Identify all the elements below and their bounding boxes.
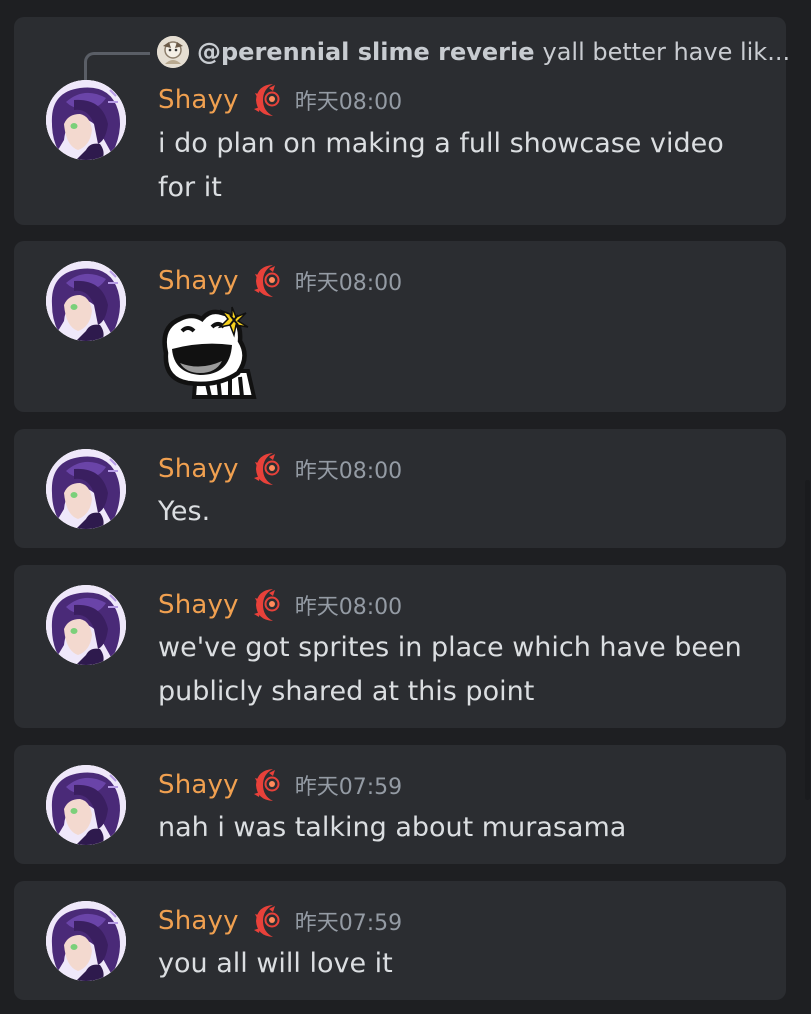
message-content: i do plan on making a full showcase vide… [158, 128, 724, 203]
avatar[interactable] [46, 449, 126, 529]
reply-text[interactable]: yall better have lik... [543, 38, 791, 66]
avatar-image [46, 585, 126, 665]
reply-preview[interactable]: @perennial slime reverie yall better hav… [157, 35, 790, 69]
avatar[interactable] [46, 585, 126, 665]
avatar-image [46, 449, 126, 529]
message-card[interactable]: Shayy 昨天08:00 we've got sprites in place… [14, 565, 786, 728]
avatar[interactable] [46, 901, 126, 981]
username[interactable]: Shayy [158, 906, 239, 936]
timestamp[interactable]: 昨天07:59 [295, 905, 402, 937]
avatar-image [46, 261, 126, 341]
message-content: we've got sprites in place which have be… [158, 632, 742, 707]
avatar[interactable] [46, 261, 126, 341]
scrollbar-thumb[interactable] [805, 480, 810, 800]
username[interactable]: Shayy [158, 770, 239, 800]
message-header: Shayy 昨天07:59 [158, 765, 402, 805]
message-card[interactable]: Shayy 昨天07:59 you all will love it [14, 881, 786, 1000]
username[interactable]: Shayy [158, 590, 239, 620]
red-crescent-role-icon[interactable] [251, 450, 285, 488]
timestamp[interactable]: 昨天07:59 [295, 769, 402, 801]
message-header: Shayy 昨天08:00 [158, 585, 402, 625]
red-crescent-role-icon[interactable] [251, 902, 285, 940]
red-crescent-role-icon[interactable] [251, 766, 285, 804]
red-crescent-role-icon[interactable] [251, 586, 285, 624]
avatar[interactable] [46, 80, 126, 160]
avatar[interactable] [46, 765, 126, 845]
timestamp[interactable]: 昨天08:00 [295, 453, 402, 485]
timestamp[interactable]: 昨天08:00 [295, 589, 402, 621]
avatar-image [46, 765, 126, 845]
message-header: Shayy 昨天08:00 [158, 449, 402, 489]
message-content: you all will love it [158, 948, 393, 979]
reply-author[interactable]: @perennial slime reverie [197, 38, 535, 66]
username[interactable]: Shayy [158, 454, 239, 484]
message-header: Shayy 昨天08:00 [158, 261, 402, 301]
message-card[interactable]: Shayy 昨天07:59 nah i was talking about mu… [14, 745, 786, 864]
message-content: Yes. [158, 496, 211, 527]
message-header: Shayy 昨天07:59 [158, 901, 402, 941]
timestamp[interactable]: 昨天08:00 [295, 265, 402, 297]
red-crescent-role-icon[interactable] [251, 262, 285, 300]
message-card[interactable]: @perennial slime reverie yall better hav… [14, 17, 790, 225]
red-crescent-role-icon[interactable] [251, 81, 285, 119]
message-header: Shayy 昨天08:00 [158, 80, 402, 120]
timestamp[interactable]: 昨天08:00 [295, 84, 402, 116]
reply-connector [84, 52, 150, 80]
message-card[interactable]: Shayy 昨天08:00 Yes. [14, 429, 786, 548]
username[interactable]: Shayy [158, 85, 239, 115]
message-feed: @perennial slime reverie yall better hav… [0, 0, 811, 1014]
message-card[interactable]: Shayy 昨天08:00 [14, 241, 786, 412]
message-content: nah i was talking about murasama [158, 812, 627, 843]
username[interactable]: Shayy [158, 266, 239, 296]
avatar-image [46, 80, 126, 160]
laughing-frog-sticker[interactable] [158, 301, 258, 401]
avatar-image [46, 901, 126, 981]
reply-avatar[interactable] [157, 36, 189, 68]
